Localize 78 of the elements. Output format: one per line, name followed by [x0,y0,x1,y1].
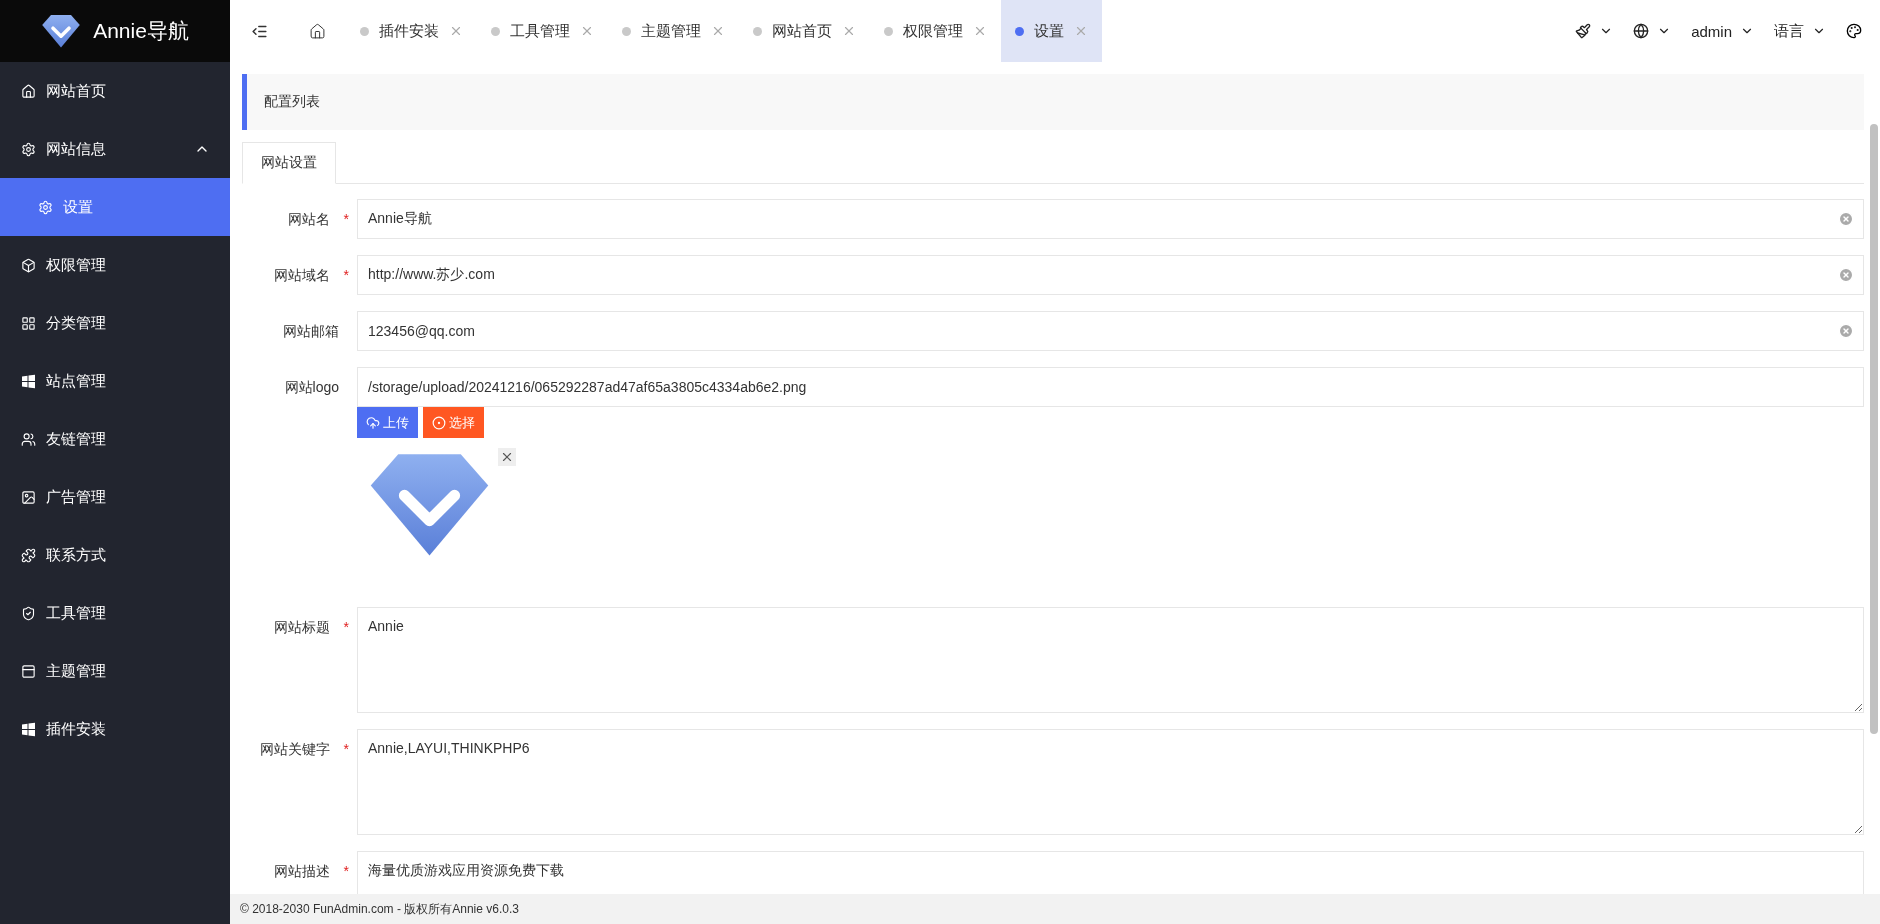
close-icon[interactable] [973,24,987,38]
field-label: 网站名 [287,210,331,229]
windows-icon [21,721,36,737]
window-icon [21,663,36,679]
status-dot [1015,26,1024,36]
sidebar-item[interactable]: 广告管理 [0,468,230,526]
header-menu[interactable]: admin [1691,22,1754,40]
windows-icon [21,373,36,389]
logo-icon [41,13,82,49]
text-field[interactable]: /storage/upload/20241216/065292287ad47af65a3805c4334ab6e2.png [357,367,1864,407]
required-mark: * [343,862,349,879]
text-field[interactable]: http://www.苏少.com [357,255,1864,295]
header-menu[interactable]: 语言 [1774,21,1826,41]
page-tab[interactable]: 工具管理 [477,0,608,62]
status-dot [753,26,762,36]
close-icon[interactable] [711,24,725,38]
close-icon [500,450,514,464]
required-mark: * [343,618,349,635]
gear-icon [21,141,36,157]
upload-button[interactable]: 上传 [357,407,418,438]
close-icon[interactable] [449,24,463,38]
close-icon[interactable] [580,24,594,38]
scrollbar[interactable] [1870,124,1878,734]
field-label: 网站描述 [273,861,331,881]
page-tab[interactable]: 权限管理 [870,0,1001,62]
field-label: 网站关键字 [259,739,331,759]
text-area[interactable]: 海量优质游戏应用资源免费下载 [357,850,1864,894]
sidebar-item[interactable]: 工具管理 [0,584,230,642]
sidebar-item[interactable]: 插件安装 [0,700,230,758]
field-label: 网站邮箱 [283,322,340,341]
shield-check-icon [21,605,36,621]
footer-text: © 2018-2030 FunAdmin.com - 版权所有Annie v6.0.3 [230,894,1880,924]
sidebar-item[interactable]: 分类管理 [0,294,230,352]
sidebar-item[interactable]: 联系方式 [0,526,230,584]
sidebar-item[interactable]: 网站信息 [0,120,230,178]
text-area[interactable]: Annie,LAYUI,THINKPHP6 [357,728,1864,835]
grid-icon [21,315,36,331]
cloud-upload-icon [366,415,380,430]
page-tab[interactable]: 主题管理 [608,0,739,62]
status-dot [360,26,369,36]
text-field[interactable]: 123456@qq.com [357,311,1864,351]
cube-icon [21,257,36,273]
home-icon [308,22,326,40]
required-mark: * [343,740,349,757]
status-dot [884,26,893,36]
sidebar-item[interactable]: 权限管理 [0,236,230,294]
brand-name: Annie导航 [93,18,189,44]
breadcrumb-bar: 配置列表 [242,74,1864,130]
sidebar-item[interactable]: 站点管理 [0,352,230,410]
status-dot [491,26,500,36]
home-icon [21,83,36,99]
field-label: 网站域名 [273,266,331,285]
field-label: 网站标题 [273,617,331,637]
page-tab[interactable]: 网站首页 [739,0,870,62]
palette-icon[interactable] [1846,23,1862,39]
required-mark: * [343,267,349,283]
puzzle-icon [21,547,36,563]
text-area[interactable]: Annie [357,606,1864,713]
sidebar-item[interactable]: 设置 [0,178,230,236]
form-tab[interactable]: 网站设置 [242,142,336,184]
image-icon [21,489,36,505]
remove-button[interactable] [498,448,516,466]
field-label: 网站logo [284,378,340,397]
target-icon [432,415,446,430]
status-dot [622,26,631,36]
sidebar-item[interactable]: 主题管理 [0,642,230,700]
globe-icon [1633,23,1650,39]
brush-icon [1575,23,1592,39]
sidebar-item[interactable]: 友链管理 [0,410,230,468]
page-tab[interactable]: 设置 [1001,0,1102,62]
page-tab[interactable]: 插件安装 [346,0,477,62]
close-icon[interactable] [1074,24,1088,38]
sidebar-item[interactable]: 网站首页 [0,62,230,120]
required-mark: * [343,211,349,227]
close-icon[interactable] [842,24,856,38]
text-field[interactable]: Annie导航 [357,199,1864,239]
gear-icon [38,199,53,215]
users-icon [21,431,36,447]
